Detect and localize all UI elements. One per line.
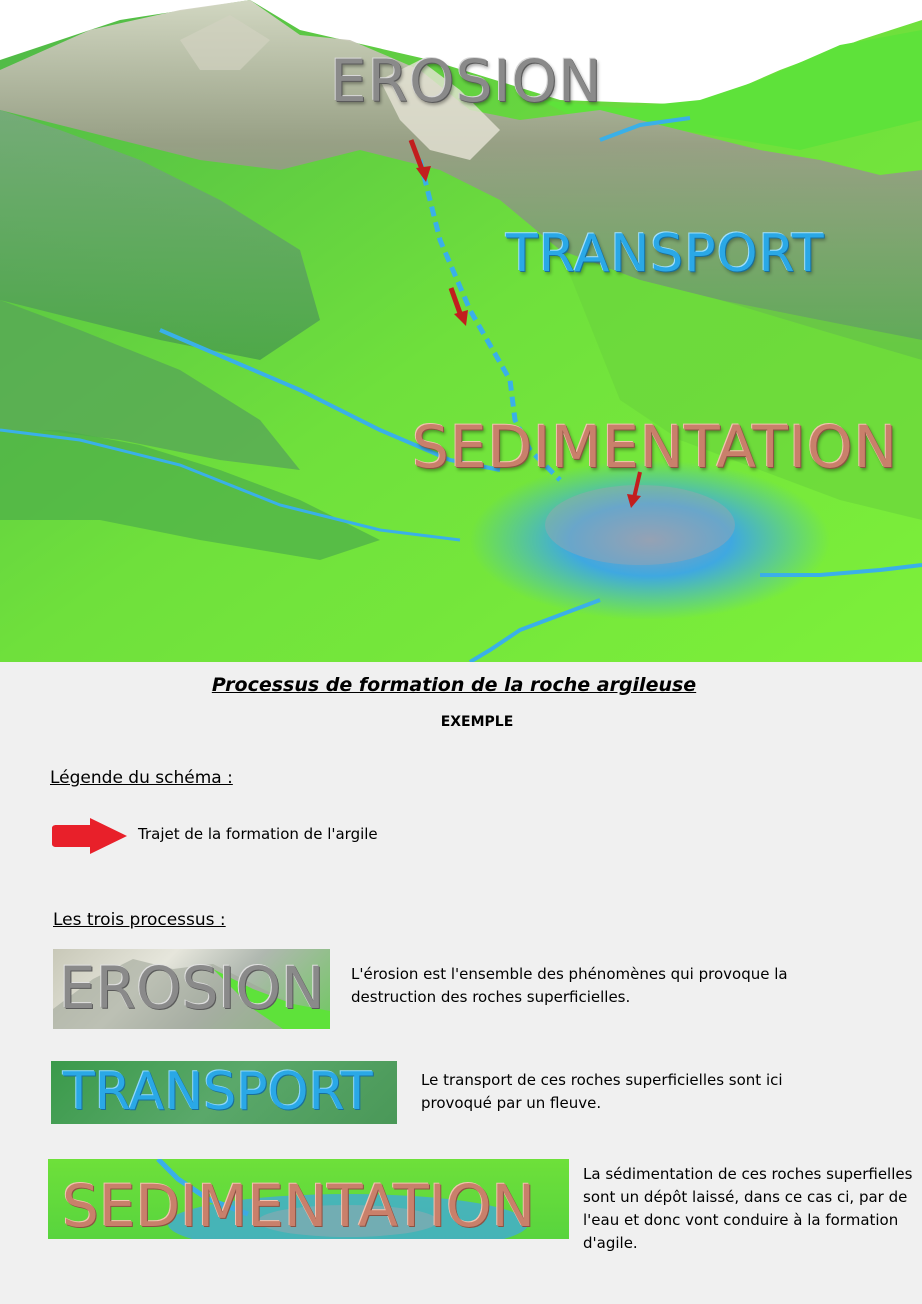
description-line: destruction des roches superficielles. xyxy=(351,988,631,1006)
description-line: provoqué par un fleuve. xyxy=(421,1094,602,1112)
path-arrow-icon xyxy=(448,287,468,326)
description-line: La sédimentation de ces roches superfiel… xyxy=(583,1165,913,1183)
sedimentation-thumb-label: SEDIMENTATION xyxy=(62,1172,535,1239)
page-title: Processus de formation de la roche argil… xyxy=(211,674,697,696)
transport-description: Le transport de ces roches superficielle… xyxy=(421,1069,783,1115)
page-subtitle: EXEMPLE xyxy=(440,714,514,730)
sedimentation-thumbnail: SEDIMENTATION xyxy=(48,1159,569,1239)
path-arrow-icon xyxy=(408,139,431,182)
legend-heading: Légende du schéma : xyxy=(50,768,233,788)
legend-arrow-label: Trajet de la formation de l'argile xyxy=(138,825,378,843)
sedimentation-description: La sédimentation de ces roches superfiel… xyxy=(583,1163,912,1255)
sedimentation-label: SEDIMENTATION xyxy=(412,413,898,481)
transport-label: TRANSPORT xyxy=(506,224,825,284)
description-line: sont un dépôt laissé, dans ce cas ci, pa… xyxy=(583,1188,908,1206)
path-arrow-icon xyxy=(627,471,642,508)
erosion-description: L'érosion est l'ensemble des phénomènes … xyxy=(351,963,788,1009)
erosion-thumbnail: EROSION xyxy=(53,949,330,1029)
red-arrow-icon xyxy=(52,818,127,854)
description-line: l'eau et donc vont conduire à la formati… xyxy=(583,1211,899,1229)
erosion-label: EROSION xyxy=(330,47,603,115)
erosion-thumb-label: EROSION xyxy=(59,954,325,1022)
description-line: Le transport de ces roches superficielle… xyxy=(421,1071,783,1089)
transport-thumb-label: TRANSPORT xyxy=(63,1062,373,1122)
transport-thumbnail: TRANSPORT xyxy=(51,1061,397,1124)
description-line: d'agile. xyxy=(583,1234,638,1252)
processes-heading: Les trois processus : xyxy=(53,910,226,930)
description-line: L'érosion est l'ensemble des phénomènes … xyxy=(351,965,788,983)
